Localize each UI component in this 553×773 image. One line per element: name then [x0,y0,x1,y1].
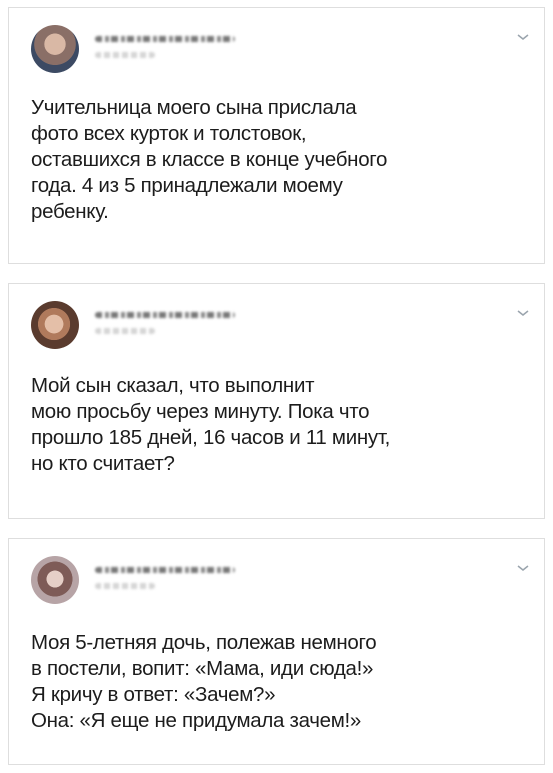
avatar[interactable] [31,301,79,349]
tweet-line: Она: «Я еще не придумала зачем!» [31,709,362,732]
avatar[interactable] [31,25,79,73]
tweet-line: ребенку. [31,200,109,223]
tweet-line: прошло 185 дней, 16 часов и 11 минут, [31,426,391,449]
tweet-line: Моя 5-летняя дочь, полежав немного [31,631,377,654]
author-name-blurred[interactable] [95,312,235,318]
tweet-line: Учительница моего сына прислала [31,96,357,119]
tweet-text: Мой сын сказал, что выполнит мою просьбу… [31,373,524,477]
tweet-line: мою просьбу через минуту. Пока что [31,400,370,423]
author-handle-blurred [95,583,155,589]
tweet-line: оставшихся в классе в конце учебного [31,148,388,171]
tweet-card-1: Учительница моего сына прислала фото все… [8,7,545,264]
chevron-down-icon[interactable] [516,563,530,573]
avatar[interactable] [31,556,79,604]
chevron-down-icon[interactable] [516,32,530,42]
author-handle-blurred [95,52,155,58]
tweet-line: но кто считает? [31,452,175,475]
tweet-line: Мой сын сказал, что выполнит [31,374,315,397]
tweet-line: в постели, вопит: «Мама, иди сюда!» [31,657,374,680]
tweet-text: Учительница моего сына прислала фото все… [31,95,524,225]
tweet-line: года. 4 из 5 принадлежали моему [31,174,343,197]
tweet-card-3: Моя 5-летняя дочь, полежав немного в пос… [8,538,545,765]
tweet-line: фото всех курток и толстовок, [31,122,307,145]
chevron-down-icon[interactable] [516,308,530,318]
author-handle-blurred [95,328,155,334]
tweet-text: Моя 5-летняя дочь, полежав немного в пос… [31,630,524,734]
author-name-blurred[interactable] [95,567,235,573]
tweet-card-2: Мой сын сказал, что выполнит мою просьбу… [8,283,545,519]
author-name-blurred[interactable] [95,36,235,42]
tweet-line: Я кричу в ответ: «Зачем?» [31,683,276,706]
